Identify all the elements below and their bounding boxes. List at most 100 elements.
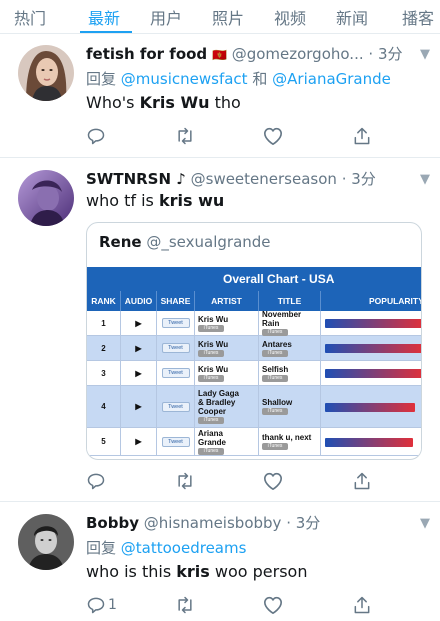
tweet-1[interactable]: fetish for food 🇲🇪 @gomezorgoho... · 3分 … xyxy=(0,35,440,158)
title-stack: thank u, next iTunes xyxy=(262,433,314,450)
display-name[interactable]: Bobby xyxy=(86,514,139,532)
like-button[interactable] xyxy=(262,594,284,616)
reply-button[interactable]: 1 xyxy=(86,594,117,616)
share-button[interactable] xyxy=(352,594,372,616)
user-handle[interactable]: @gomezorgoho... xyxy=(232,45,364,63)
reply-icon xyxy=(87,128,105,145)
quoted-tweet-header: Rene @_sexualgrande xyxy=(99,233,271,251)
chart-row: 1 ▶ Tweet Kris Wu iTunes November Rain iTunes xyxy=(87,310,421,336)
like-icon xyxy=(264,596,282,614)
caret-down-icon[interactable]: ▼ xyxy=(420,47,430,62)
play-icon: ▶ xyxy=(135,343,142,353)
timestamp[interactable]: 3分 xyxy=(296,514,321,532)
user-handle[interactable]: @hisnameisbobby xyxy=(144,514,282,532)
popularity-cell xyxy=(321,336,421,360)
mention-link[interactable]: @ArianaGrande xyxy=(272,70,391,88)
reply-count: 1 xyxy=(108,597,117,613)
tab-photos[interactable]: 照片 xyxy=(212,5,244,29)
title-stack: November Rain iTunes xyxy=(262,310,314,336)
reply-and: 和 xyxy=(252,70,268,88)
tweet-3[interactable]: Bobby @hisnameisbobby · 3分 ▼ 回复 @tattooe… xyxy=(0,502,440,621)
popularity-bar xyxy=(325,438,413,447)
artist-stack: Kris Wu iTunes xyxy=(198,340,246,357)
reply-prefix: 回复 xyxy=(86,70,117,88)
user-handle[interactable]: @sweetenerseason xyxy=(191,170,337,188)
tab-podcasts[interactable]: 播客 xyxy=(402,5,434,29)
retweet-button[interactable] xyxy=(174,470,196,492)
play-icon: ▶ xyxy=(135,437,142,446)
share-button[interactable] xyxy=(352,470,372,492)
retweet-button[interactable] xyxy=(174,125,196,147)
tweet-text-part: tho xyxy=(209,93,241,112)
caret-down-icon[interactable]: ▼ xyxy=(420,516,430,531)
separator-dot: · xyxy=(368,45,374,63)
avatar[interactable] xyxy=(18,170,74,226)
itunes-badge: iTunes xyxy=(262,408,288,415)
tab-videos[interactable]: 视频 xyxy=(274,5,306,29)
mention-link[interactable]: @musicnewsfact xyxy=(121,70,248,88)
itunes-badge: iTunes xyxy=(198,447,224,455)
rank-cell: 4 xyxy=(87,386,121,427)
avatar-photo xyxy=(18,45,74,101)
tweet-share-badge: Tweet xyxy=(161,343,190,353)
share-icon xyxy=(354,596,370,614)
quoted-display-name: Rene xyxy=(99,233,142,251)
reply-button[interactable] xyxy=(86,470,106,492)
title-cell: November Rain iTunes xyxy=(259,310,321,336)
quoted-tweet[interactable]: Rene @_sexualgrande Overall Chart - USA … xyxy=(86,222,422,460)
avatar[interactable] xyxy=(18,514,74,570)
search-highlight: Kris Wu xyxy=(139,93,210,112)
song-title: November Rain xyxy=(262,310,302,328)
share-cell: Tweet xyxy=(157,386,195,427)
chart-row: 3 ▶ Tweet Kris Wu iTunes Selfish iTunes xyxy=(87,361,421,386)
share-cell: Tweet xyxy=(157,361,195,385)
caret-down-icon[interactable]: ▼ xyxy=(420,172,430,187)
itunes-badge: iTunes xyxy=(262,374,288,382)
tweet-2[interactable]: SWTNRSN ♪ @sweetenerseason · 3分 ▼ who tf… xyxy=(0,158,440,502)
avatar-photo xyxy=(18,170,74,226)
display-name[interactable]: fetish for food xyxy=(86,45,207,63)
retweet-icon xyxy=(178,127,192,145)
display-name[interactable]: SWTNRSN ♪ xyxy=(86,170,186,188)
column-header-popularity: POPULARITY xyxy=(321,291,421,311)
replying-to: 回复 @tattooedreams xyxy=(86,537,246,558)
tab-latest[interactable]: 最新 xyxy=(88,5,120,29)
artist-name: Ariana Grande xyxy=(198,428,227,447)
mention-link[interactable]: @tattooedreams xyxy=(121,539,247,557)
tweet-actions: 1 xyxy=(86,594,386,616)
play-icon: ▶ xyxy=(135,368,142,378)
retweet-icon xyxy=(178,596,192,614)
column-header-rank: RANK xyxy=(87,291,121,311)
avatar[interactable] xyxy=(18,45,74,101)
like-button[interactable] xyxy=(262,470,284,492)
artist-name: Kris Wu xyxy=(198,364,229,374)
play-icon: ▶ xyxy=(135,402,142,411)
tab-hot[interactable]: 热门 xyxy=(14,5,46,29)
song-title: Selfish xyxy=(262,364,289,374)
song-title: thank u, next xyxy=(262,433,312,442)
tweet-share-badge: Tweet xyxy=(161,368,190,378)
retweet-button[interactable] xyxy=(174,594,196,616)
timestamp[interactable]: 3分 xyxy=(351,170,376,188)
share-cell: Tweet xyxy=(157,428,195,455)
reply-button[interactable] xyxy=(86,125,106,147)
share-button[interactable] xyxy=(352,125,372,147)
retweet-icon xyxy=(178,472,192,490)
artist-cell: Kris Wu iTunes xyxy=(195,361,259,385)
artist-name: Kris Wu xyxy=(198,339,229,349)
tweet-header: fetish for food 🇲🇪 @gomezorgoho... · 3分 xyxy=(86,43,434,64)
popularity-bar xyxy=(325,403,415,412)
timestamp[interactable]: 3分 xyxy=(378,45,403,63)
song-title: Antares xyxy=(262,339,292,349)
itunes-badge: iTunes xyxy=(198,349,224,357)
tweet-header: Bobby @hisnameisbobby · 3分 xyxy=(86,512,434,533)
artist-name: Kris Wu xyxy=(198,314,229,324)
tab-users[interactable]: 用户 xyxy=(150,5,182,29)
search-highlight: kris xyxy=(176,562,210,581)
like-button[interactable] xyxy=(262,125,284,147)
tab-news[interactable]: 新闻 xyxy=(336,5,368,29)
chart-title: Overall Chart - USA xyxy=(87,267,421,291)
search-highlight: kris wu xyxy=(158,191,225,210)
play-icon: ▶ xyxy=(135,318,142,328)
share-cell: Tweet xyxy=(157,336,195,360)
